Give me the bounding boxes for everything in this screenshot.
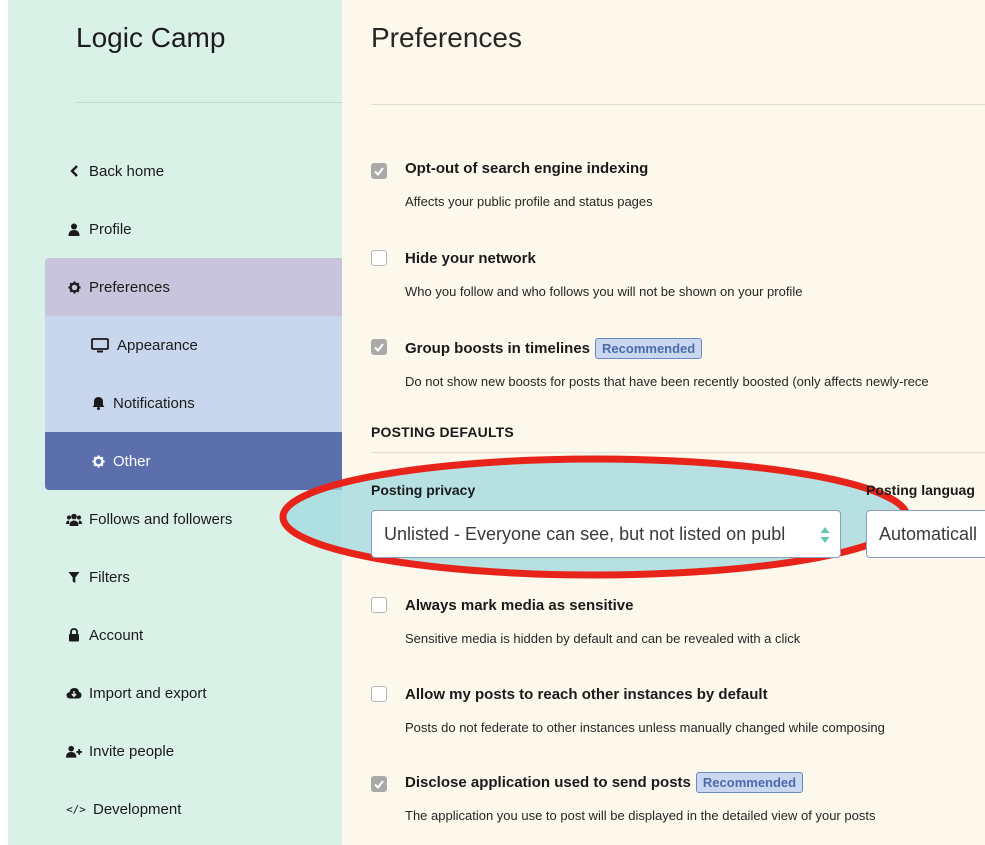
sensitive-media-checkbox[interactable] <box>371 597 387 613</box>
users-icon <box>66 511 82 527</box>
disclose-application-checkbox[interactable] <box>371 776 387 792</box>
check-icon <box>374 166 384 176</box>
option-description: Affects your public profile and status p… <box>405 194 653 209</box>
option-description: Who you follow and who follows you will … <box>405 284 803 299</box>
sidebar-item-label: Development <box>93 800 182 818</box>
federate-posts-checkbox[interactable] <box>371 686 387 702</box>
sidebar-item-appearance[interactable]: Appearance <box>45 316 342 374</box>
sidebar-item-other[interactable]: Other <box>45 432 342 490</box>
bell-icon <box>90 395 106 411</box>
select-stepper-icon <box>820 527 830 543</box>
sidebar-item-filters[interactable]: Filters <box>44 548 334 606</box>
brand-title[interactable]: Logic Camp <box>76 22 225 54</box>
sidebar-item-label: Import and export <box>89 684 207 702</box>
sidebar-item-profile[interactable]: Profile <box>44 200 334 258</box>
page-title: Preferences <box>371 22 522 53</box>
option-description: Do not show new boosts for posts that ha… <box>405 374 929 389</box>
sidebar-divider <box>76 102 342 103</box>
user-plus-icon <box>66 743 82 759</box>
check-icon <box>374 342 384 352</box>
option-title[interactable]: Opt-out of search engine indexing <box>405 160 648 177</box>
option-title[interactable]: Allow my posts to reach other instances … <box>405 686 768 703</box>
cloud-icon <box>66 685 82 701</box>
check-icon <box>374 779 384 789</box>
sidebar-item-follows[interactable]: Follows and followers <box>44 490 334 548</box>
section-divider <box>371 452 985 453</box>
option-description: Sensitive media is hidden by default and… <box>405 631 801 646</box>
sidebar-item-label: Filters <box>89 568 130 586</box>
posting-privacy-value: Unlisted - Everyone can see, but not lis… <box>384 523 786 544</box>
lock-icon <box>66 627 82 643</box>
sidebar-item-label: Account <box>89 626 144 644</box>
option-title[interactable]: Always mark media as sensitive <box>405 597 633 614</box>
gear-icon <box>66 279 82 295</box>
sidebar-item-label: Appearance <box>117 336 198 354</box>
sidebar-item-label: Notifications <box>113 394 195 412</box>
recommended-badge: Recommended <box>595 338 703 359</box>
sidebar-item-back-home[interactable]: Back home <box>44 142 334 200</box>
chevron-left-icon <box>66 163 82 179</box>
sidebar-item-invite-people[interactable]: Invite people <box>44 722 334 780</box>
posting-privacy-select[interactable]: Unlisted - Everyone can see, but not lis… <box>371 510 841 558</box>
search-indexing-checkbox[interactable] <box>371 163 387 179</box>
posting-language-select[interactable]: Automaticall <box>866 510 985 558</box>
sidebar-item-label: Invite people <box>89 742 175 760</box>
sidebar-item-import-export[interactable]: Import and export <box>44 664 334 722</box>
filter-icon <box>66 569 82 585</box>
title-divider <box>371 104 985 105</box>
sidebar-item-preferences[interactable]: Preferences <box>45 258 342 316</box>
main-content: Preferences Opt-out of search engine ind… <box>342 0 985 845</box>
sidebar-item-label: Preferences <box>89 278 170 296</box>
sidebar-item-label: Profile <box>89 220 132 238</box>
posting-privacy-label: Posting privacy <box>371 482 476 498</box>
recommended-badge: Recommended <box>695 772 804 793</box>
sidebar-item-notifications[interactable]: Notifications <box>45 374 342 432</box>
option-title[interactable]: Hide your network <box>405 250 536 267</box>
hide-network-checkbox[interactable] <box>371 250 387 266</box>
option-title[interactable]: Disclose application used to send posts <box>405 774 691 791</box>
option-description: Posts do not federate to other instances… <box>405 720 885 735</box>
sidebar-item-label: Follows and followers <box>89 510 233 528</box>
option-description: The application you use to post will be … <box>405 808 876 823</box>
user-icon <box>66 221 82 237</box>
sidebar-item-development[interactable]: </> Development <box>44 780 334 838</box>
section-heading: POSTING DEFAULTS <box>371 424 514 440</box>
posting-language-label: Posting languag <box>866 482 975 498</box>
sidebar-item-account[interactable]: Account <box>44 606 334 664</box>
desktop-icon <box>90 337 110 353</box>
option-title-row: Disclose application used to send posts … <box>405 772 804 793</box>
option-title-row: Group boosts in timelines Recommended <box>405 338 703 359</box>
group-boosts-checkbox[interactable] <box>371 339 387 355</box>
option-title[interactable]: Group boosts in timelines <box>405 340 590 357</box>
posting-language-value: Automaticall <box>879 523 978 544</box>
gear-icon <box>90 453 106 469</box>
sidebar-item-label: Back home <box>89 162 165 180</box>
sidebar-item-label: Other <box>113 452 151 470</box>
code-icon: </> <box>66 802 86 816</box>
